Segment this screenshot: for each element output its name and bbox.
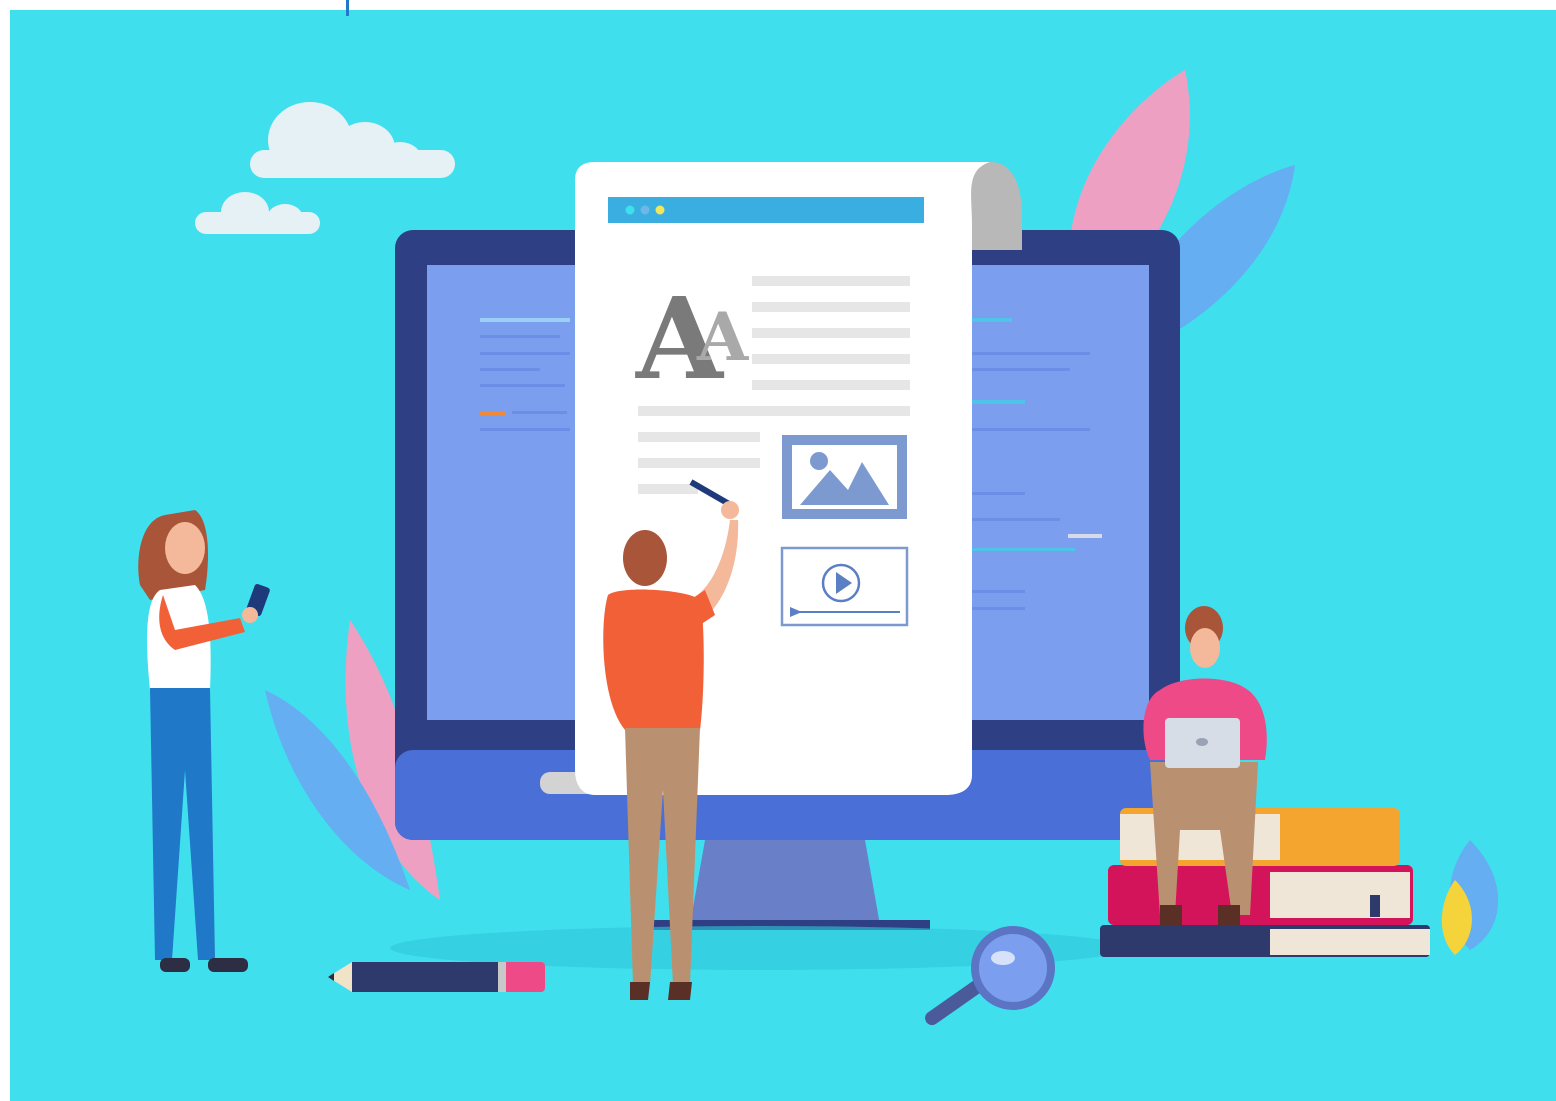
pencil-icon: [328, 962, 545, 992]
image-placeholder-icon: [782, 435, 907, 519]
book-stack: [1100, 808, 1430, 957]
window-dots-icon: [625, 205, 665, 215]
monitor-stand: [690, 840, 880, 925]
illustration-scene: A A: [10, 0, 1556, 1101]
document-header-bar: [608, 197, 924, 223]
typography-glyph-small: A: [696, 298, 749, 376]
top-left-marker: [346, 0, 349, 16]
laptop-icon: [1165, 718, 1240, 768]
